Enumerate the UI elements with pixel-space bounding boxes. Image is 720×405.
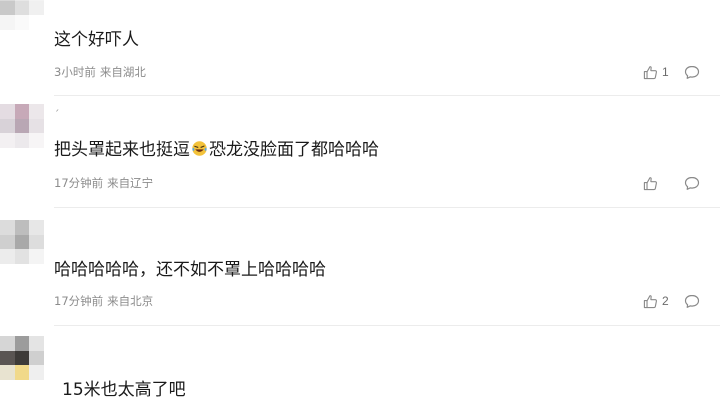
reply-button[interactable]: [684, 294, 700, 309]
comment-actions: 1: [643, 62, 700, 82]
like-count: 1: [662, 65, 669, 79]
avatar[interactable]: [0, 0, 44, 30]
comment-location: 来自辽宁: [107, 176, 154, 190]
comment-time: 17分钟前: [54, 294, 104, 308]
comment-meta: 3小时前 来自湖北: [54, 65, 146, 79]
comment-bubble-icon: [684, 294, 700, 308]
thumbs-up-icon: [643, 294, 658, 308]
comment-list: 这个好吓人 3小时前 来自湖北 1 ˊ 把头罩起来也挺逗 恐龙没脸面了都哈哈哈 …: [0, 0, 720, 405]
comment-item: 15米也太高了吧: [0, 326, 720, 405]
reply-button[interactable]: [684, 176, 700, 191]
avatar[interactable]: [0, 336, 44, 380]
comment-meta: 17分钟前 来自北京: [54, 294, 153, 308]
like-count: 2: [662, 294, 669, 308]
comment-text: 15米也太高了吧: [62, 380, 186, 400]
like-button[interactable]: 1: [643, 65, 670, 80]
thumbs-up-icon: [643, 176, 658, 190]
avatar[interactable]: [0, 220, 44, 264]
comment-actions: [643, 173, 700, 193]
comment-item: 这个好吓人 3小时前 来自湖北 1: [0, 0, 720, 96]
like-button[interactable]: 2: [643, 294, 670, 309]
comment-location: 来自湖北: [99, 65, 146, 79]
comment-nickname: ˊ: [54, 108, 60, 121]
comment-item: ˊ 把头罩起来也挺逗 恐龙没脸面了都哈哈哈 17分钟前 来自辽宁: [0, 96, 720, 208]
comment-text: 把头罩起来也挺逗 恐龙没脸面了都哈哈哈: [54, 138, 379, 162]
comment-bubble-icon: [684, 65, 700, 79]
comment-bubble-icon: [684, 176, 700, 190]
reply-button[interactable]: [684, 65, 700, 80]
comment-text: 哈哈哈哈哈，还不如不罩上哈哈哈哈: [54, 260, 326, 280]
thumbs-up-icon: [643, 65, 658, 79]
comment-meta: 17分钟前 来自辽宁: [54, 176, 153, 190]
comment-item: 哈哈哈哈哈，还不如不罩上哈哈哈哈 17分钟前 来自北京 2: [0, 208, 720, 326]
comment-time: 3小时前: [54, 65, 96, 79]
comment-location: 来自北京: [107, 294, 154, 308]
comment-text-part: 把头罩起来也挺逗: [54, 140, 190, 160]
comment-time: 17分钟前: [54, 176, 104, 190]
comment-text: 这个好吓人: [54, 30, 139, 50]
comment-actions: 2: [643, 291, 700, 311]
avatar[interactable]: [0, 104, 44, 148]
laughing-crying-emoji: [192, 141, 207, 156]
like-button[interactable]: [643, 176, 670, 191]
comment-text-part: 恐龙没脸面了都哈哈哈: [209, 140, 379, 160]
